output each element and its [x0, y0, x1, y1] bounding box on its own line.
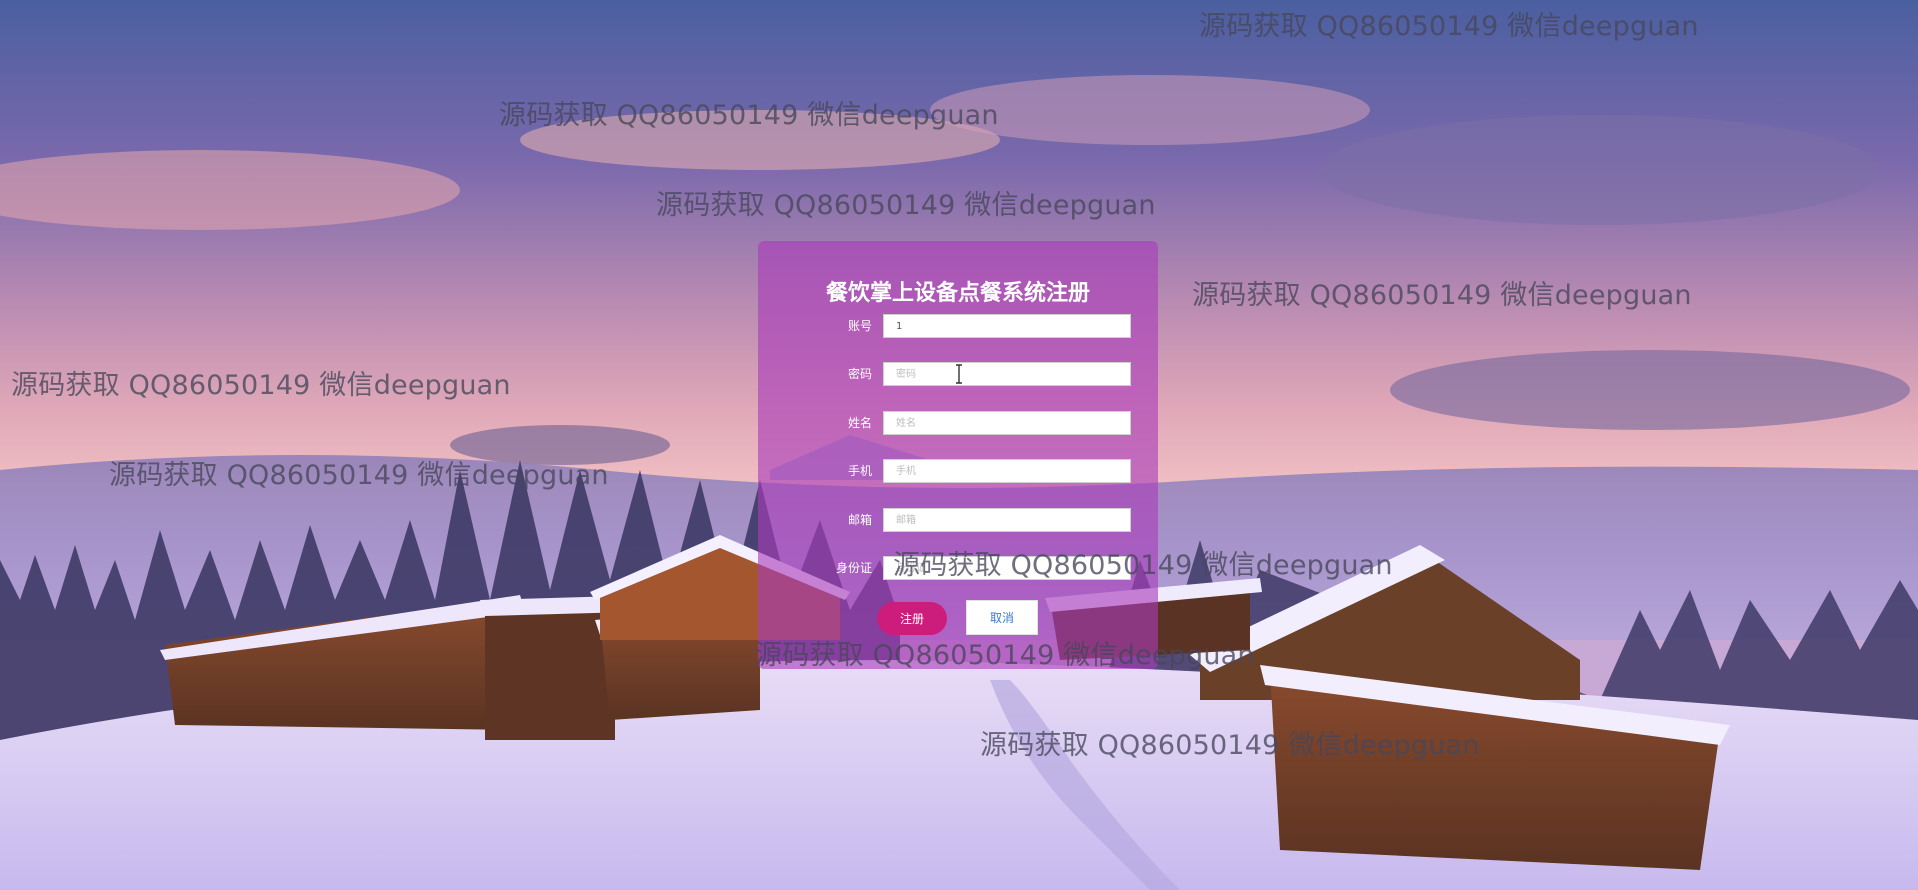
- watermark-text: 源码获取 QQ86050149 微信deepguan: [893, 550, 1393, 581]
- watermark-text: 源码获取 QQ86050149 微信deepguan: [755, 640, 1255, 671]
- watermark-text: 源码获取 QQ86050149 微信deepguan: [980, 730, 1480, 761]
- email-input[interactable]: [883, 508, 1131, 532]
- name-input[interactable]: [883, 411, 1131, 435]
- watermark-text: 源码获取 QQ86050149 微信deepguan: [109, 460, 609, 491]
- register-button[interactable]: 注册: [877, 602, 947, 635]
- watermark-text: 源码获取 QQ86050149 微信deepguan: [11, 370, 511, 401]
- form-row-phone: 手机: [758, 459, 1158, 485]
- text-cursor-icon: [956, 364, 962, 384]
- phone-label: 手机: [847, 464, 872, 478]
- password-label: 密码: [847, 367, 872, 381]
- watermark-text: 源码获取 QQ86050149 微信deepguan: [1192, 280, 1692, 311]
- name-label: 姓名: [847, 416, 872, 430]
- form-row-email: 邮箱: [758, 508, 1158, 534]
- phone-input[interactable]: [883, 459, 1131, 483]
- register-form-panel: 餐饮掌上设备点餐系统注册 账号 密码 姓名 手机 邮箱 身份证 注册 取消: [758, 241, 1158, 669]
- watermark-text: 源码获取 QQ86050149 微信deepguan: [1199, 11, 1699, 42]
- account-label: 账号: [847, 319, 872, 333]
- form-row-account: 账号: [758, 314, 1158, 340]
- watermark-text: 源码获取 QQ86050149 微信deepguan: [499, 100, 999, 131]
- form-title: 餐饮掌上设备点餐系统注册: [825, 281, 1090, 306]
- password-input[interactable]: [883, 362, 1131, 386]
- account-input[interactable]: [883, 314, 1131, 338]
- cancel-button[interactable]: 取消: [966, 600, 1038, 635]
- id-card-label: 身份证: [835, 561, 872, 575]
- watermark-text: 源码获取 QQ86050149 微信deepguan: [656, 190, 1156, 221]
- form-row-name: 姓名: [758, 411, 1158, 437]
- email-label: 邮箱: [847, 513, 872, 527]
